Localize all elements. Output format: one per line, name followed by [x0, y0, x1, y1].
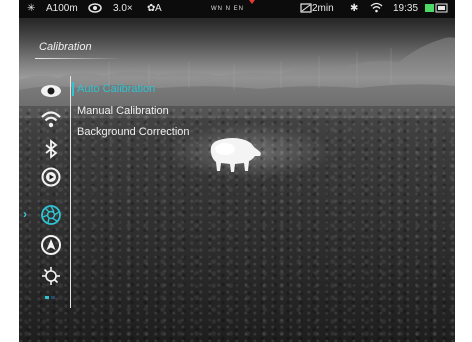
navigation-icon[interactable] [40, 234, 62, 256]
submenu-selection-bar [72, 82, 74, 96]
video-record-icon [300, 3, 312, 13]
title-underline [35, 58, 121, 59]
treeline-scene [19, 37, 455, 118]
eye-mode-icon [88, 3, 102, 13]
record-icon[interactable] [40, 166, 62, 188]
calibration-mode-label: A [155, 3, 162, 14]
wifi-icon[interactable] [40, 108, 62, 130]
compass-strip: WN N EN [209, 0, 291, 18]
menu-item-background-correction[interactable]: Background Correction [77, 125, 190, 139]
bluetooth-icon[interactable] [40, 138, 62, 160]
menu-divider [70, 76, 71, 308]
menu-item-manual-calibration[interactable]: Manual Calibration [77, 104, 169, 118]
settings-gear-icon[interactable] [40, 265, 62, 287]
boar-thermal-target [210, 138, 261, 172]
eye-icon[interactable] [40, 80, 62, 102]
battery-icon [425, 3, 448, 13]
clock: 19:35 [393, 3, 419, 14]
status-bar: ✳ A100m 3.0× ✿ A WN N EN 2min ✱ 19:35 [19, 0, 455, 18]
zoom-readout: 3.0× [113, 3, 133, 14]
selected-chevron-icon: › [23, 207, 27, 221]
page-title: Calibration [39, 41, 92, 53]
record-time: 2min [312, 3, 334, 14]
range-readout: A100m [46, 3, 78, 14]
calibration-shutter-icon[interactable] [40, 204, 62, 226]
thermal-viewfinder: ✳ A100m 3.0× ✿ A WN N EN 2min ✱ 19:35 Ca… [19, 0, 455, 342]
bluetooth-status-icon: ✱ [350, 3, 359, 14]
brightness-icon: ✳ [27, 3, 36, 14]
page-indicator-icon [45, 296, 55, 299]
compass-heading: WN N EN [211, 6, 244, 12]
menu-item-auto-calibration[interactable]: Auto Calibration [77, 82, 155, 96]
compass-marker-icon [249, 0, 255, 4]
wifi-status-icon [370, 2, 383, 13]
